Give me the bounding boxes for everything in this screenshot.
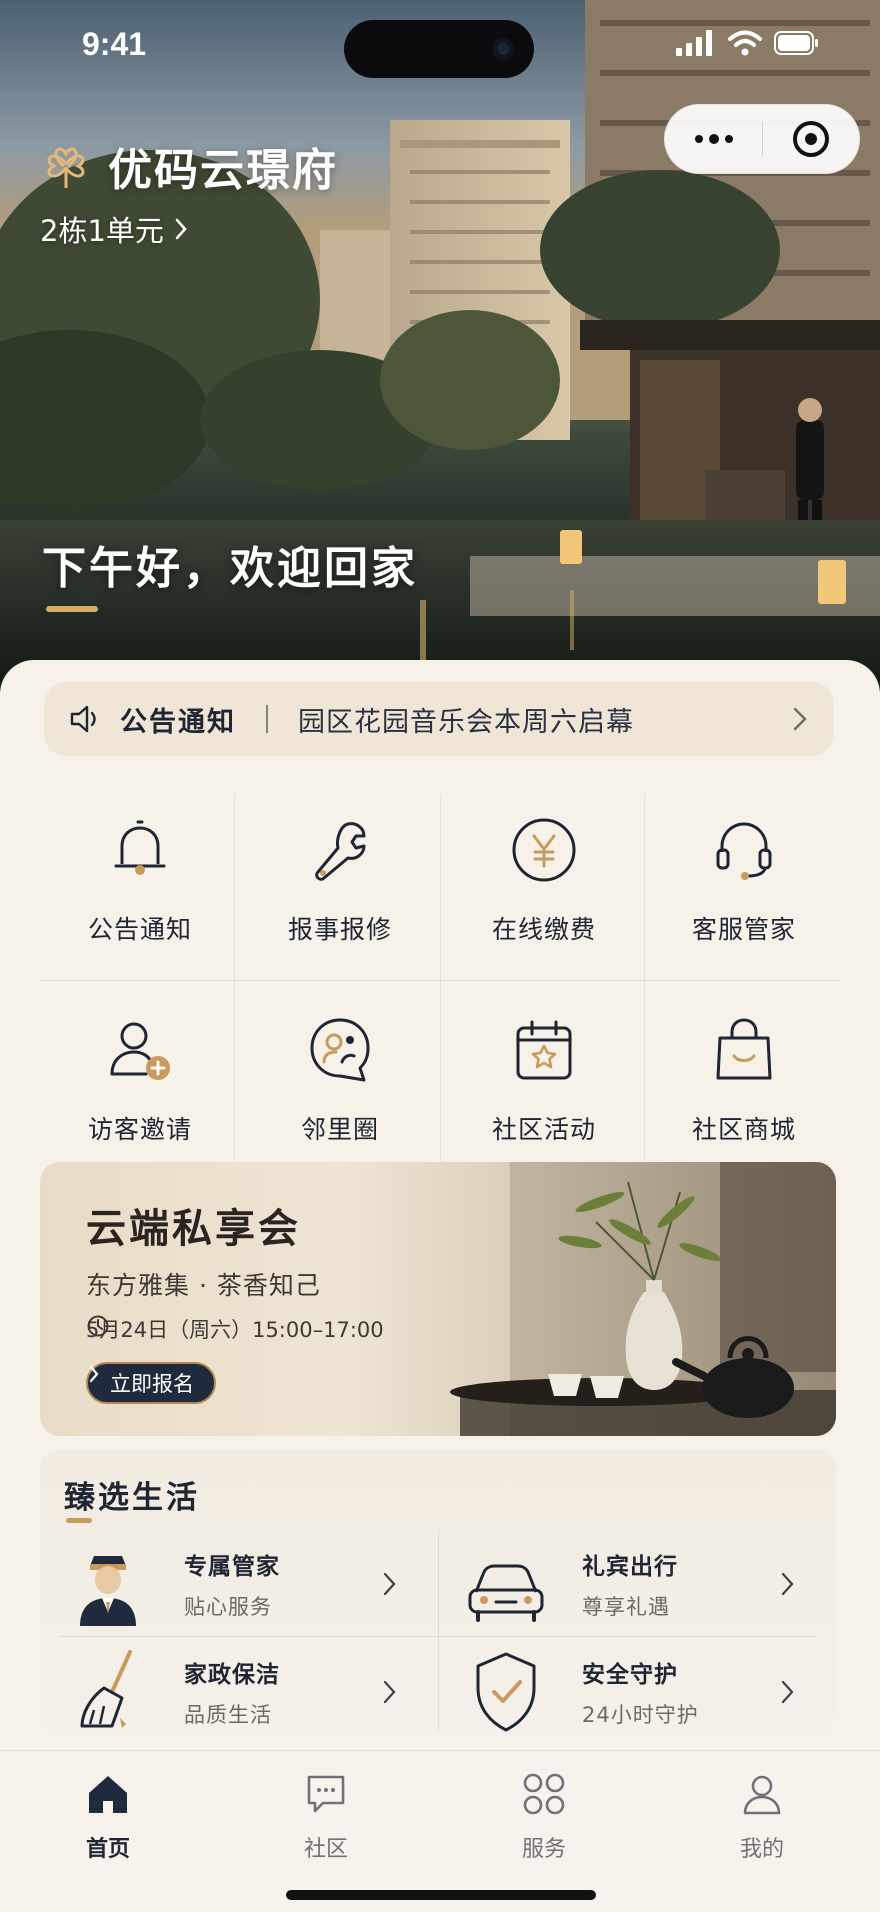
grid-item-service[interactable]: 客服管家 [644, 784, 844, 980]
community-brand: 优码云璟府 [38, 134, 338, 198]
community-name: 优码云璟府 [108, 145, 338, 196]
chevron-right-icon [175, 218, 187, 240]
tab-services[interactable]: 服务 [484, 1771, 604, 1863]
tab-home[interactable]: 首页 [48, 1771, 168, 1863]
service-desc: 24小时守护 [582, 1703, 699, 1727]
grid-item-label: 公告通知 [87, 915, 192, 944]
hero-banner: 9:41 优码云璟府 2栋1单元 下午好，欢迎回家 [0, 0, 880, 700]
section-underline [66, 1518, 92, 1523]
battery-icon [774, 31, 818, 55]
grid-item-mall[interactable]: 社区商城 [644, 984, 844, 1180]
tab-label: 社区 [303, 1837, 348, 1862]
bell-icon [114, 820, 166, 875]
notice-bar[interactable]: 公告通知 园区花园音乐会本周六启幕 [44, 682, 834, 756]
bottom-tab-bar: 首页 社区 服务 我的 [0, 1750, 880, 1912]
service-name: 专属管家 [184, 1554, 280, 1580]
speaker-icon [70, 705, 96, 733]
grid-item-label: 客服管家 [691, 915, 796, 944]
shield-check-icon [476, 1652, 536, 1732]
more-button[interactable] [665, 104, 762, 174]
clock-icon [87, 1315, 109, 1337]
grid-item-label: 报事报修 [287, 915, 392, 944]
building-selector[interactable]: 2栋1单元 [40, 208, 188, 250]
event-title: 云端私享会 [86, 1205, 301, 1252]
chat-icon [307, 1775, 345, 1813]
user-plus-icon [110, 1022, 170, 1080]
profile-icon [743, 1775, 781, 1815]
home-icon [89, 1776, 127, 1813]
tab-label: 我的 [739, 1837, 784, 1862]
chevron-right-icon [781, 1572, 794, 1596]
grid-item-payment[interactable]: 在线缴费 [444, 784, 644, 980]
service-concierge[interactable]: 礼宾出行 尊享礼遇 [438, 1530, 818, 1638]
target-icon [792, 121, 829, 157]
section-title: 臻选生活 [64, 1480, 200, 1516]
chevron-right-icon [383, 1680, 396, 1704]
register-button[interactable]: 立即报名 [86, 1362, 216, 1404]
status-time: 9:41 [82, 26, 147, 62]
service-name: 安全守护 [582, 1662, 678, 1688]
dynamic-island [344, 20, 534, 78]
grid-item-label: 邻里圈 [300, 1115, 379, 1144]
headset-icon [716, 822, 772, 880]
grid-item-notice[interactable]: 公告通知 [40, 784, 240, 980]
event-banner[interactable]: 云端私享会 东方雅集 · 茶香知己 5月24日（周六）15:00–17:00 立… [40, 1162, 836, 1436]
tab-label: 服务 [521, 1837, 566, 1862]
event-time-text: 5月24日（周六）15:00–17:00 [86, 1318, 384, 1342]
yen-icon [512, 818, 576, 882]
neighbor-chat-icon [310, 1018, 370, 1082]
home-indicator [286, 1890, 596, 1900]
service-desc: 品质生活 [184, 1703, 272, 1727]
grid-icon [523, 1773, 565, 1815]
register-button-label: 立即报名 [110, 1372, 194, 1396]
building-label: 2栋1单元 [40, 214, 164, 248]
app-screen: 9:41 优码云璟府 2栋1单元 下午好，欢迎回家 公告通知 园区花园音乐会本周… [0, 0, 880, 1912]
service-butler[interactable]: 专属管家 贴心服务 [40, 1530, 420, 1638]
chevron-right-icon [89, 1365, 99, 1383]
grid-item-label: 在线缴费 [491, 915, 596, 944]
notice-text: 园区花园音乐会本周六启幕 [298, 706, 634, 738]
grid-item-label: 社区商城 [691, 1115, 796, 1144]
service-name: 家政保洁 [184, 1662, 280, 1688]
signal-icon [676, 30, 712, 56]
chevron-right-icon [781, 1680, 794, 1704]
service-housekeeping[interactable]: 家政保洁 品质生活 [40, 1638, 420, 1746]
tab-community[interactable]: 社区 [266, 1771, 386, 1863]
grid-item-activities[interactable]: 社区活动 [444, 984, 644, 1180]
chevron-right-icon [383, 1572, 396, 1596]
butler-icon [80, 1556, 136, 1626]
service-desc: 尊享礼遇 [582, 1595, 670, 1619]
clover-logo-icon [47, 147, 85, 188]
miniprogram-capsule [664, 104, 860, 174]
grid-item-label: 社区活动 [491, 1115, 596, 1144]
service-name: 礼宾出行 [582, 1554, 678, 1580]
notice-divider [266, 705, 268, 733]
status-bar: 9:41 [0, 0, 880, 96]
main-content: 公告通知 园区花园音乐会本周六启幕 公告通知 报事报修 在线缴费 客服管家 访客… [0, 660, 880, 1912]
event-subtitle: 东方雅集 · 茶香知己 [86, 1271, 321, 1300]
calendar-star-icon [516, 1020, 572, 1080]
greeting-underline [46, 606, 98, 612]
service-desc: 贴心服务 [184, 1595, 272, 1619]
notice-label: 公告通知 [120, 706, 236, 738]
grid-item-label: 访客邀请 [87, 1115, 192, 1144]
status-icons [676, 30, 820, 56]
event-time: 5月24日（周六）15:00–17:00 [86, 1314, 384, 1344]
wrench-icon [315, 822, 366, 881]
quick-actions-grid: 公告通知 报事报修 在线缴费 客服管家 访客邀请 邻里圈 社区活动 社区商城 [40, 784, 840, 1174]
chevron-right-icon [793, 707, 807, 731]
greeting-text: 下午好，欢迎回家 [42, 543, 418, 594]
grid-item-repair[interactable]: 报事报修 [240, 784, 440, 980]
tab-profile[interactable]: 我的 [702, 1771, 822, 1863]
curated-life-section: 臻选生活 专属管家 贴心服务 礼宾出行 尊享礼遇 家政保洁 品质生活 安全守护 … [40, 1450, 836, 1740]
close-miniprogram-button[interactable] [763, 104, 859, 174]
broom-icon [80, 1650, 132, 1728]
grid-item-neighbors[interactable]: 邻里圈 [240, 984, 440, 1180]
service-security[interactable]: 安全守护 24小时守护 [438, 1638, 818, 1746]
wifi-icon [728, 30, 762, 56]
shopping-bag-icon [716, 1018, 772, 1080]
grid-item-visitor[interactable]: 访客邀请 [40, 984, 240, 1180]
car-icon [468, 1564, 544, 1622]
tab-label: 首页 [85, 1837, 130, 1862]
